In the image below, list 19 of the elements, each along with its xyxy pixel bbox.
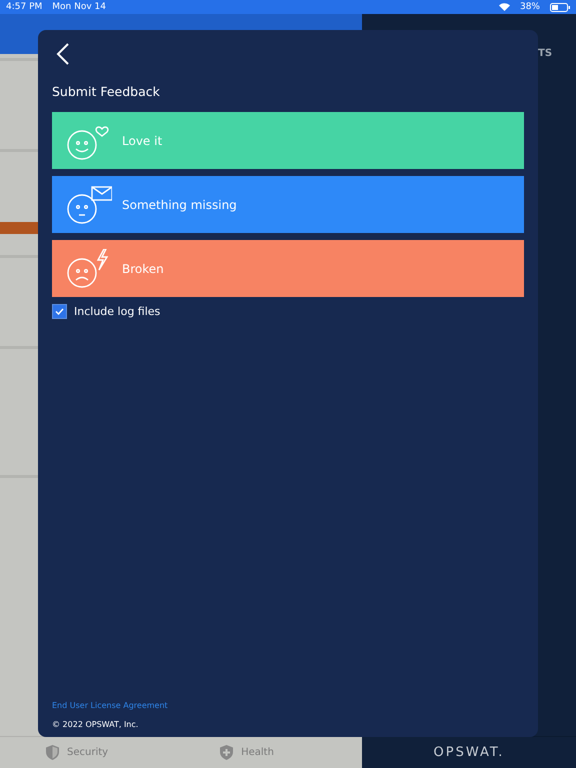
shield-cross-icon [220,745,234,760]
tab-label[interactable]: Health [241,747,274,758]
section-heading: TS [537,47,554,59]
checkbox-label: Include log files [74,305,160,318]
feedback-option[interactable]: Something missing [52,176,524,233]
checkmark-icon [55,308,64,315]
status-date: Mon Nov 14 [52,2,106,12]
copyright-text: © 2022 OPSWAT, Inc. [52,720,140,729]
battery-icon [550,2,570,12]
checkbox[interactable] [52,304,67,319]
status-time: 4:57 PM [6,2,42,12]
feedback-option[interactable]: Broken [52,240,524,297]
dialog-title: Submit Feedback [52,84,161,99]
license-link[interactable]: End User License Agreement [52,701,168,710]
wifi-icon [498,3,510,11]
shield-icon [46,745,59,760]
battery-percent: 38% [520,2,540,12]
tab-label[interactable]: Security [67,747,108,758]
feedback-option[interactable]: Love it [52,112,524,169]
